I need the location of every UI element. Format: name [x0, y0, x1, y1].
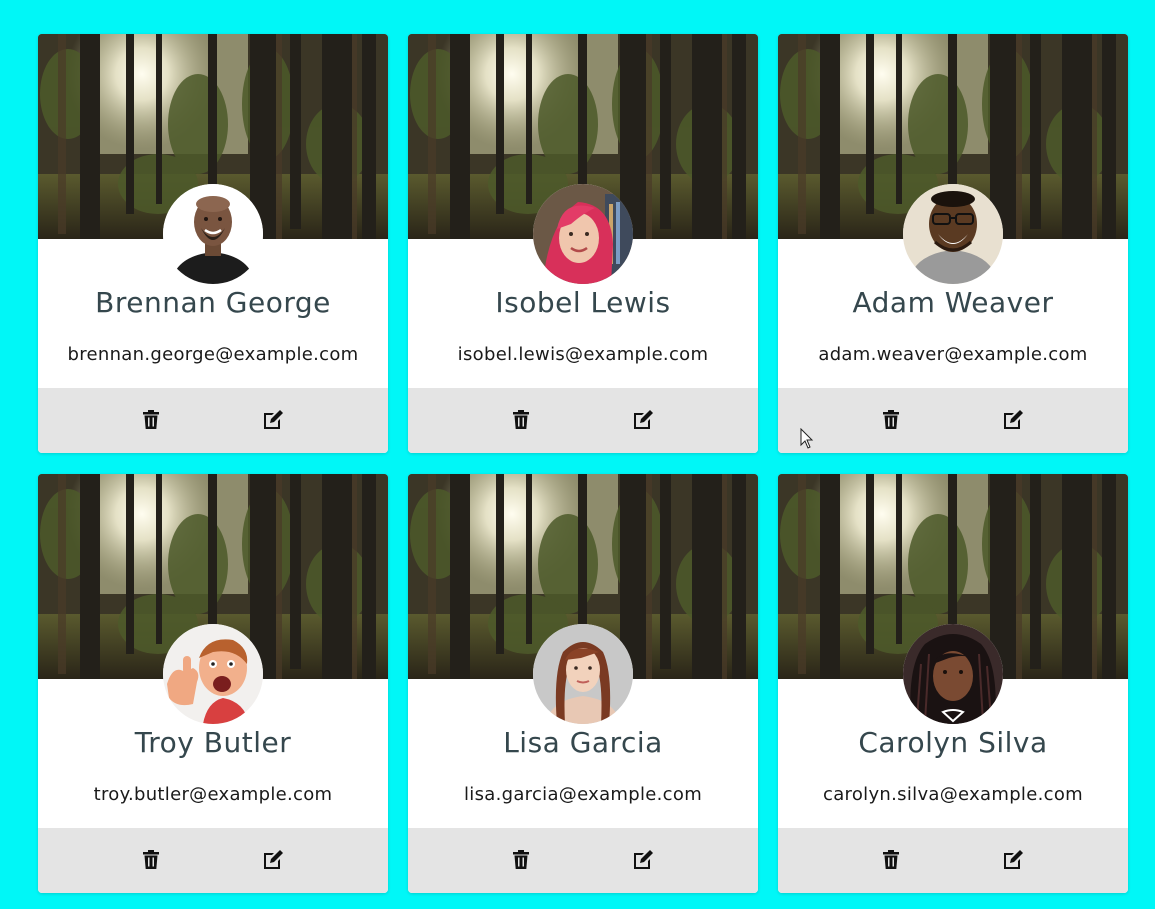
contact-card: Lisa Garcia lisa.garcia@example.com [408, 474, 758, 893]
card-actions-bar [408, 388, 758, 453]
edit-icon [634, 850, 653, 869]
delete-button[interactable] [139, 848, 163, 872]
contact-email: lisa.garcia@example.com [463, 784, 703, 805]
contact-email: troy.butler@example.com [93, 784, 333, 805]
trash-icon [513, 850, 529, 869]
contacts-grid: Brennan George brennan.george@example.co… [38, 34, 1128, 893]
trash-icon [143, 410, 159, 429]
trash-icon [143, 850, 159, 869]
edit-icon [264, 410, 283, 429]
contact-name: Brennan George [95, 286, 331, 319]
delete-button[interactable] [879, 408, 903, 432]
contact-card: Isobel Lewis isobel.lewis@example.com [408, 34, 758, 453]
edit-button[interactable] [1001, 848, 1025, 872]
trash-icon [513, 410, 529, 429]
contact-email: carolyn.silva@example.com [823, 784, 1083, 805]
delete-button[interactable] [139, 408, 163, 432]
contact-email: isobel.lewis@example.com [457, 344, 709, 365]
contact-card: Carolyn Silva carolyn.silva@example.com [778, 474, 1128, 893]
edit-icon [264, 850, 283, 869]
edit-button[interactable] [631, 408, 655, 432]
contact-name: Isobel Lewis [495, 286, 671, 319]
contact-card: Adam Weaver adam.weaver@example.com [778, 34, 1128, 453]
avatar [533, 624, 633, 724]
card-actions-bar [778, 828, 1128, 893]
contact-email: adam.weaver@example.com [818, 344, 1088, 365]
edit-button[interactable] [1001, 408, 1025, 432]
edit-button[interactable] [261, 408, 285, 432]
avatar [163, 184, 263, 284]
avatar [163, 624, 263, 724]
edit-button[interactable] [261, 848, 285, 872]
card-actions-bar [38, 388, 388, 453]
edit-button[interactable] [631, 848, 655, 872]
contact-name: Troy Butler [134, 726, 292, 759]
card-actions-bar [408, 828, 758, 893]
mouse-pointer-icon [800, 427, 814, 450]
contact-name: Carolyn Silva [858, 726, 1048, 759]
delete-button[interactable] [509, 408, 533, 432]
delete-button[interactable] [509, 848, 533, 872]
contact-name: Lisa Garcia [503, 726, 663, 759]
contact-card: Brennan George brennan.george@example.co… [38, 34, 388, 453]
card-actions-bar [778, 388, 1128, 453]
delete-button[interactable] [879, 848, 903, 872]
edit-icon [1004, 850, 1023, 869]
contact-email: brennan.george@example.com [67, 344, 359, 365]
trash-icon [883, 850, 899, 869]
edit-icon [634, 410, 653, 429]
avatar [903, 184, 1003, 284]
contact-card: Troy Butler troy.butler@example.com [38, 474, 388, 893]
contact-name: Adam Weaver [852, 286, 1054, 319]
card-actions-bar [38, 828, 388, 893]
trash-icon [883, 410, 899, 429]
avatar [533, 184, 633, 284]
avatar [903, 624, 1003, 724]
edit-icon [1004, 410, 1023, 429]
